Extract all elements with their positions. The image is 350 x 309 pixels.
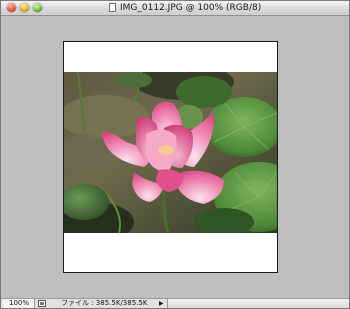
pasteboard[interactable] [1, 16, 349, 298]
document-canvas[interactable] [63, 41, 278, 273]
status-bar: 100% ファイル : 385.5K/385.5K ▶ [1, 298, 349, 308]
lotus-flower-photo [64, 72, 277, 233]
horizontal-scrollbar[interactable] [167, 299, 349, 308]
window-title: IMG_0112.JPG @ 100% (RGB/8) [120, 3, 262, 13]
zoom-icon[interactable] [33, 3, 42, 12]
minimize-icon[interactable] [20, 3, 29, 12]
document-icon[interactable] [109, 3, 116, 12]
zoom-level-field[interactable]: 100% [3, 299, 35, 308]
status-preview-icon[interactable] [38, 300, 46, 307]
document-window: IMG_0112.JPG @ 100% (RGB/8) 100% ファイル: … [0, 0, 350, 309]
status-menu-arrow-icon[interactable]: ▶ [159, 299, 164, 308]
close-icon[interactable] [7, 3, 16, 12]
title-bar[interactable]: IMG_0112.JPG @ 100% (RGB/8) [1, 1, 349, 16]
file-size-info: ファイル : 385.5K/385.5K [61, 299, 148, 307]
